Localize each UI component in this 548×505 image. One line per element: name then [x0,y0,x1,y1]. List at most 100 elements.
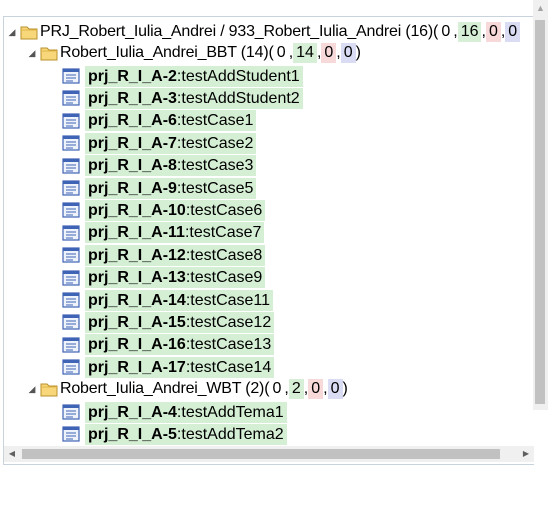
suite-label[interactable]: Robert_Iulia_Andrei_BBT (14) [60,44,269,62]
test-case-name: :testCase6 [185,201,263,219]
test-case-label[interactable]: prj_R_I_A-12:testCase8 [85,244,266,266]
test-case-row[interactable]: prj_R_I_A-16:testCase13 [62,334,275,356]
suite-label[interactable]: Robert_Iulia_Andrei_WBT (2) [60,380,264,398]
test-case-name: :testCase13 [185,336,272,354]
test-case-row[interactable]: prj_R_I_A-4:testAddTema1 [62,401,287,423]
count-failed: 0 [321,43,337,63]
test-case-id: prj_R_I_A-6 [88,112,177,130]
test-case-label[interactable]: prj_R_I_A-10:testCase6 [85,199,266,221]
test-case-id: prj_R_I_A-12 [88,246,186,264]
test-case-icon [62,269,80,286]
folder-icon [20,26,38,40]
root-project-label[interactable]: PRJ_Robert_Iulia_Andrei / 933_Robert_Iul… [40,23,433,41]
test-case-id: prj_R_I_A-13 [88,269,186,287]
test-case-name: :testCase11 [185,291,271,309]
folder-icon [40,383,58,397]
test-case-id: prj_R_I_A-2 [88,67,177,85]
test-case-label[interactable]: prj_R_I_A-6:testCase1 [85,110,257,132]
vertical-scroll-thumb[interactable] [535,20,545,404]
test-case-id: prj_R_I_A-5 [88,425,177,443]
test-case-row[interactable]: prj_R_I_A-3:testAddStudent2 [62,87,303,109]
test-case-id: prj_R_I_A-17 [88,358,186,376]
horizontal-scrollbar[interactable]: ◀ ▶ [4,446,534,462]
test-case-name: :testCase7 [184,224,262,242]
count-passed: 14 [293,43,317,63]
test-case-name: :testCase5 [176,179,254,197]
test-case-icon [62,90,80,106]
test-case-icon [62,225,80,241]
test-case-icon [62,404,80,420]
scroll-right-icon[interactable]: ▶ [518,446,534,462]
test-case-row[interactable]: prj_R_I_A-2:testAddStudent1 [62,65,303,87]
test-case-label[interactable]: prj_R_I_A-13:testCase9 [85,267,266,289]
test-case-icon [62,157,80,174]
test-case-icon [62,337,80,353]
test-case-label[interactable]: prj_R_I_A-16:testCase13 [85,334,275,356]
test-case-id: prj_R_I_A-9 [88,179,177,197]
test-case-name: :testCase1 [176,112,254,130]
test-case-label[interactable]: prj_R_I_A-7:testCase2 [85,132,257,154]
test-case-icon [62,135,80,151]
triangle-down-icon[interactable]: ◢ [26,383,38,395]
test-case-icon [62,426,80,442]
suite-row-bbt[interactable]: ◢ Robert_Iulia_Andrei_BBT (14) (0, 14, 0, 0… [26,42,361,64]
test-case-name: :testAddStudent1 [176,67,300,85]
test-case-row[interactable]: prj_R_I_A-17:testCase14 [62,356,275,378]
suite-counts: (0, 2, 0, 0) [264,379,348,399]
test-case-row[interactable]: prj_R_I_A-8:testCase3 [62,155,257,177]
test-case-id: prj_R_I_A-8 [88,157,177,175]
scroll-up-icon[interactable]: ▲ [533,0,548,17]
test-case-icon [62,292,80,308]
test-case-row[interactable]: prj_R_I_A-6:testCase1 [62,110,257,132]
triangle-down-icon[interactable]: ◢ [26,47,38,59]
scroll-left-icon[interactable]: ◀ [4,446,20,462]
test-tree-panel: ◢ PRJ_Robert_Iulia_Andrei / 933_Robert_I… [3,16,534,465]
test-case-icon [62,113,80,129]
test-case-name: :testCase14 [185,358,272,376]
test-case-icon [62,68,80,84]
test-case-id: prj_R_I_A-10 [88,201,186,219]
horizontal-scroll-thumb[interactable] [22,449,500,459]
test-case-name: :testAddStudent2 [176,89,300,107]
test-case-label[interactable]: prj_R_I_A-8:testCase3 [85,155,257,177]
test-case-name: :testAddTema2 [176,425,284,443]
test-case-label[interactable]: prj_R_I_A-3:testAddStudent2 [85,87,303,109]
test-case-id: prj_R_I_A-3 [88,89,177,107]
test-case-row[interactable]: prj_R_I_A-12:testCase8 [62,244,266,266]
suite-counts: (0, 14, 0, 0) [268,43,361,63]
vertical-scrollbar[interactable]: ▲ [533,0,548,410]
count-failed: 0 [308,379,324,399]
triangle-down-icon[interactable]: ◢ [6,26,18,38]
test-case-row[interactable]: prj_R_I_A-10:testCase6 [62,199,266,221]
test-case-name: :testCase3 [176,157,254,175]
test-case-id: prj_R_I_A-14 [88,291,186,309]
test-case-name: :testAddTema1 [176,403,284,421]
test-case-icon [62,202,80,218]
test-case-label[interactable]: prj_R_I_A-2:testAddStudent1 [85,65,303,87]
count-passed: 2 [288,379,304,399]
root-counts: (0, 16, 0, 0 [433,22,521,42]
tree-root-row[interactable]: ◢ PRJ_Robert_Iulia_Andrei / 933_Robert_I… [6,21,521,43]
test-case-name: :testCase9 [185,269,263,287]
test-case-label[interactable]: prj_R_I_A-11:testCase7 [85,222,265,244]
test-case-label[interactable]: prj_R_I_A-9:testCase5 [85,177,257,199]
test-case-label[interactable]: prj_R_I_A-15:testCase12 [85,311,275,333]
test-case-row[interactable]: prj_R_I_A-7:testCase2 [62,132,257,154]
test-case-row[interactable]: prj_R_I_A-9:testCase5 [62,177,257,199]
test-case-row[interactable]: prj_R_I_A-13:testCase9 [62,267,266,289]
test-case-id: prj_R_I_A-16 [88,336,186,354]
count-failed: 0 [485,22,501,42]
test-case-row[interactable]: prj_R_I_A-5:testAddTema2 [62,423,287,445]
test-case-label[interactable]: prj_R_I_A-4:testAddTema1 [85,401,287,423]
test-case-row[interactable]: prj_R_I_A-15:testCase12 [62,311,275,333]
test-case-id: prj_R_I_A-15 [88,313,186,331]
suite-row-wbt[interactable]: ◢ Robert_Iulia_Andrei_WBT (2) (0, 2, 0, 0) [26,378,348,400]
test-case-label[interactable]: prj_R_I_A-14:testCase11 [85,289,274,311]
test-case-label[interactable]: prj_R_I_A-5:testAddTema2 [85,423,287,445]
test-case-label[interactable]: prj_R_I_A-17:testCase14 [85,356,275,378]
folder-icon [40,47,58,61]
test-case-name: :testCase2 [176,134,254,152]
test-case-icon [62,247,80,263]
test-case-row[interactable]: prj_R_I_A-14:testCase11 [62,289,274,311]
test-case-row[interactable]: prj_R_I_A-11:testCase7 [62,222,265,244]
